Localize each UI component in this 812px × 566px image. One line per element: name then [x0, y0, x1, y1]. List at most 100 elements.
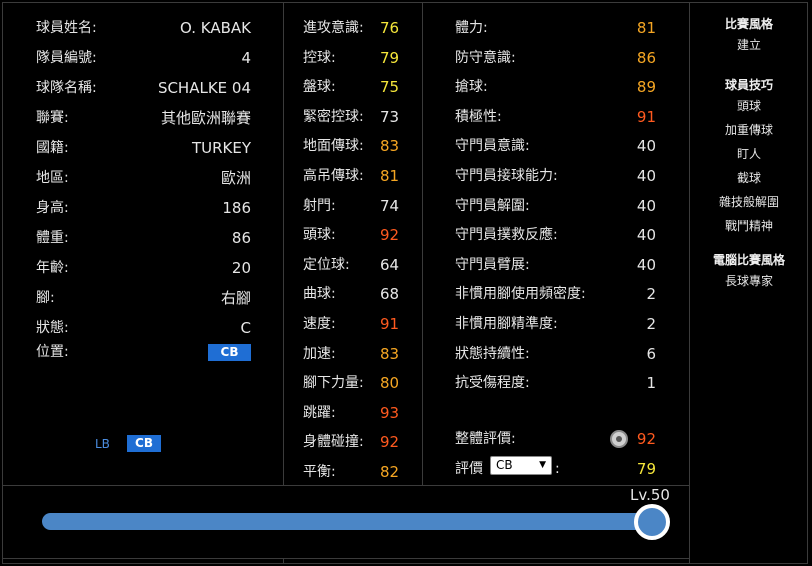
attribute-value: 89 — [636, 78, 656, 97]
profile-row: 國籍: TURKEY — [0, 133, 283, 163]
profile-row: 體重: 86 — [0, 223, 283, 253]
alt-position-cb: CB — [127, 435, 161, 452]
attribute-label: 曲球: — [303, 286, 336, 303]
level-slider-thumb[interactable] — [634, 504, 670, 540]
attribute-label: 射門: — [303, 197, 336, 214]
profile-row: 地區: 歐洲 — [0, 163, 283, 193]
attribute-row: 跳躍: 93 — [283, 398, 422, 428]
profile-value: 20 — [231, 259, 251, 277]
attribute-label: 守門員接球能力: — [455, 168, 558, 184]
evaluation-suffix: : — [555, 461, 560, 477]
attribute-label: 非慣用腳使用頻密度: — [455, 286, 586, 303]
profile-label: 隊員編號: — [36, 50, 97, 66]
attribute-value: 40 — [636, 255, 656, 274]
attribute-value: 93 — [380, 403, 400, 422]
player-skill-item: 盯人 — [736, 147, 761, 161]
profile-label: 聯賽: — [36, 110, 69, 126]
attribute-row: 速度: 91 — [283, 309, 422, 339]
attribute-value: 83 — [380, 344, 400, 363]
evaluation-label: 評價 — [455, 461, 483, 477]
attribute-row: 進攻意識: 76 — [283, 13, 422, 43]
attribute-label: 控球: — [303, 49, 336, 66]
attribute-value: 79 — [380, 48, 400, 67]
profile-label: 腳: — [36, 290, 55, 306]
attribute-label: 腳下力量: — [303, 375, 364, 392]
profile-label: 體重: — [36, 230, 69, 246]
profile-value: 右腳 — [220, 289, 251, 307]
player-skill-item: 頭球 — [736, 99, 761, 113]
attribute-value: 82 — [380, 463, 400, 481]
attribute-value: 68 — [380, 285, 400, 304]
attribute-label: 身體碰撞: — [303, 434, 364, 451]
attribute-value: 92 — [380, 226, 400, 245]
profile-label: 地區: — [36, 170, 69, 186]
profile-value: 186 — [222, 199, 251, 217]
attribute-row: 緊密控球: 73 — [283, 102, 422, 132]
attribute-label: 盤球: — [303, 79, 336, 96]
attribute-value: 76 — [380, 19, 400, 37]
attribute-row: 定位球: 64 — [283, 250, 422, 280]
attribute-label: 定位球: — [303, 256, 350, 273]
profile-value: SCHALKE 04 — [157, 79, 251, 97]
profile-value: TURKEY — [191, 139, 251, 157]
position-badge: CB — [208, 344, 251, 361]
attribute-row: 盤球: 75 — [283, 72, 422, 102]
profile-row: 身高: 186 — [0, 193, 283, 223]
player-skill-item: 雜技般解圍 — [718, 195, 779, 209]
level-label: Lv.50 — [630, 486, 670, 504]
profile-value: 歐洲 — [220, 169, 251, 187]
attribute-label: 守門員撲救反應: — [455, 227, 558, 244]
player-skill-item: 截球 — [736, 171, 761, 185]
attribute-value: 91 — [380, 315, 400, 333]
profile-row: 聯賽: 其他歐洲聯賽 — [0, 103, 283, 133]
evaluation-value: 79 — [636, 460, 656, 478]
position-label: 位置: — [36, 344, 69, 360]
ai-style-list: 長球專家 — [690, 269, 808, 293]
attribute-row: 防守意識: 86 — [422, 43, 689, 73]
attribute-value: 40 — [636, 137, 656, 156]
profile-value: 4 — [241, 49, 251, 67]
attribute-row: 射門: 74 — [283, 191, 422, 221]
level-slider-track[interactable] — [42, 513, 654, 530]
attribute-label: 跳躍: — [303, 404, 336, 421]
overall-rating-value: 92 — [636, 430, 656, 448]
attribute-row: 守門員意識: 40 — [422, 131, 689, 161]
play-style-item: 建立 — [736, 38, 761, 52]
attribute-value: 80 — [380, 374, 400, 393]
attribute-row: 狀態持續性: 6 — [422, 339, 689, 369]
attribute-row: 加速: 83 — [283, 339, 422, 369]
attribute-row: 守門員臂展: 40 — [422, 250, 689, 280]
attribute-row: 腳下力量: 80 — [283, 368, 422, 398]
attribute-label: 高吊傳球: — [303, 168, 364, 184]
attribute-row: 守門員撲救反應: 40 — [422, 220, 689, 250]
attribute-label: 搶球: — [455, 79, 488, 96]
attribute-value: 73 — [380, 107, 400, 126]
position-row: 位置: CB — [0, 337, 283, 367]
attribute-label: 體力: — [455, 20, 488, 36]
attribute-row: 曲球: 68 — [283, 279, 422, 309]
attribute-row: 抗受傷程度: 1 — [422, 368, 689, 398]
profile-label: 球隊名稱: — [36, 80, 97, 96]
attribute-row: 搶球: 89 — [422, 72, 689, 102]
profile-label: 身高: — [36, 200, 69, 216]
attribute-row: 平衡: 82 — [283, 457, 422, 487]
position-select[interactable]: CB ▼ — [490, 456, 552, 475]
attribute-label: 頭球: — [303, 227, 336, 244]
profile-value: 其他歐洲聯賽 — [160, 109, 251, 127]
attribute-label: 非慣用腳精準度: — [455, 316, 558, 332]
attribute-row: 地面傳球: 83 — [283, 131, 422, 161]
attribute-label: 緊密控球: — [303, 108, 364, 125]
profile-value: 86 — [231, 229, 251, 247]
player-skill-item: 加重傳球 — [724, 123, 773, 137]
player-skills-list: 頭球 加重傳球 盯人 截球 雜技般解圍 戰鬥精神 — [690, 94, 808, 238]
profile-row: 腳: 右腳 — [0, 283, 283, 313]
attribute-row: 積極性: 91 — [422, 102, 689, 132]
profile-label: 年齡: — [36, 260, 69, 276]
attribute-label: 加速: — [303, 345, 336, 362]
attribute-value: 75 — [380, 78, 400, 97]
attribute-value: 6 — [646, 344, 656, 363]
styles-panel: 比賽風格 建立 球員技巧 頭球 加重傳球 盯人 截球 雜技般解圍 戰鬥精神 電腦比賽風格 … — [690, 2, 808, 293]
play-style-title: 比賽風格 — [724, 17, 773, 31]
attribute-row: 控球: 79 — [283, 43, 422, 73]
attribute-label: 守門員解圍: — [455, 197, 530, 214]
